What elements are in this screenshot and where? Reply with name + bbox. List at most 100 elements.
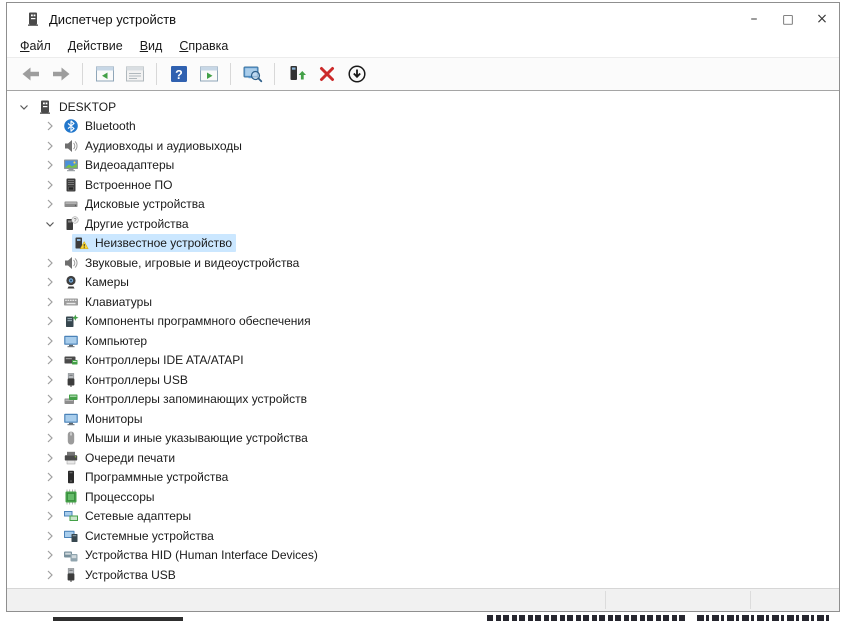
chevron-right-icon[interactable] [38, 352, 62, 368]
chevron-right-icon[interactable] [38, 196, 62, 212]
chevron-right-icon[interactable] [38, 294, 62, 310]
chevron-right-icon[interactable] [38, 391, 62, 407]
tree-item-body[interactable]: ?Другие устройства [62, 215, 193, 233]
tree-item[interactable]: Сетевые адаптеры [7, 507, 839, 527]
tree-item[interactable]: Bluetooth [7, 117, 839, 137]
tree-item-label: Мыши и иные указывающие устройства [85, 431, 308, 445]
menu-file[interactable]: Файл [20, 39, 51, 53]
chevron-right-icon[interactable] [38, 372, 62, 388]
menu-view[interactable]: Вид [140, 39, 163, 53]
chevron-right-icon[interactable] [38, 313, 62, 329]
tree-item[interactable]: Встроенное ПО [7, 175, 839, 195]
help-button[interactable]: ? [165, 61, 192, 87]
tree-item-body[interactable]: Контроллеры IDE ATA/ATAPI [62, 351, 248, 369]
tree-item-body[interactable]: Мыши и иные указывающие устройства [62, 429, 312, 447]
maximize-button[interactable]: □ [771, 3, 805, 35]
chevron-right-icon[interactable] [38, 430, 62, 446]
menu-action[interactable]: Действие [68, 39, 123, 53]
chevron-right-icon[interactable] [38, 118, 62, 134]
tree-item-body[interactable]: Камеры [62, 273, 133, 291]
scan-hardware-button[interactable] [239, 61, 266, 87]
mouse-icon [63, 430, 79, 446]
tree-item[interactable]: Клавиатуры [7, 292, 839, 312]
chevron-right-icon[interactable] [38, 547, 62, 563]
tree-item[interactable]: Контроллеры IDE ATA/ATAPI [7, 351, 839, 371]
tree-item-body[interactable]: DESKTOP [36, 98, 120, 116]
action-pane-button[interactable] [195, 61, 222, 87]
tree-item-body[interactable]: Bluetooth [62, 117, 140, 135]
tree-item-body[interactable]: Компьютер [62, 332, 151, 350]
tree-item[interactable]: Контроллеры USB [7, 370, 839, 390]
sound-device-icon [63, 255, 79, 271]
chevron-right-icon[interactable] [38, 469, 62, 485]
tree-item[interactable]: Устройства USB [7, 565, 839, 585]
chevron-down-icon[interactable] [12, 99, 36, 115]
tree-item[interactable]: Дисковые устройства [7, 195, 839, 215]
tree-item[interactable]: Камеры [7, 273, 839, 293]
tree-item[interactable]: Системные устройства [7, 526, 839, 546]
tree-item[interactable]: Звуковые, игровые и видеоустройства [7, 253, 839, 273]
tree-item-body[interactable]: Устройства USB [62, 566, 180, 584]
close-button[interactable]: × [805, 3, 839, 35]
tree-item[interactable]: Компоненты программного обеспечения [7, 312, 839, 332]
properties-icon [125, 64, 145, 84]
minimize-button[interactable]: – [737, 3, 771, 35]
tree-item[interactable]: Компьютер [7, 331, 839, 351]
tree-item-body[interactable]: Дисковые устройства [62, 195, 209, 213]
tree-item-body[interactable]: Устройства HID (Human Interface Devices) [62, 546, 322, 564]
chevron-right-icon[interactable] [38, 411, 62, 427]
tree-item[interactable]: Очереди печати [7, 448, 839, 468]
chevron-right-icon[interactable] [38, 333, 62, 349]
chevron-right-icon[interactable] [38, 177, 62, 193]
uninstall-device-button[interactable] [313, 61, 340, 87]
status-separator [605, 591, 606, 609]
tree-item-body[interactable]: Контроллеры USB [62, 371, 192, 389]
tree-item-label: Мониторы [85, 412, 142, 426]
chevron-right-icon[interactable] [38, 567, 62, 583]
disable-device-button[interactable] [343, 61, 370, 87]
tree-item-body[interactable]: Очереди печати [62, 449, 179, 467]
tree-item-body[interactable]: Процессоры [62, 488, 159, 506]
chevron-down-icon[interactable] [38, 216, 62, 232]
uninstall-device-icon [317, 64, 337, 84]
tree-item[interactable]: Программные устройства [7, 468, 839, 488]
chevron-right-icon[interactable] [38, 274, 62, 290]
tree-item-body[interactable]: Контроллеры запоминающих устройств [62, 390, 311, 408]
tree-item[interactable]: Устройства HID (Human Interface Devices) [7, 546, 839, 566]
update-driver-button[interactable] [283, 61, 310, 87]
tree-item[interactable]: Аудиовходы и аудиовыходы [7, 136, 839, 156]
tree-item[interactable]: Мыши и иные указывающие устройства [7, 429, 839, 449]
tree-item-body[interactable]: Мониторы [62, 410, 146, 428]
show-console-tree-button[interactable] [91, 61, 118, 87]
chevron-right-icon[interactable] [38, 528, 62, 544]
title-bar[interactable]: Диспетчер устройств – □ × [7, 3, 839, 35]
chevron-right-icon[interactable] [38, 255, 62, 271]
properties-button[interactable] [121, 61, 148, 87]
chevron-right-icon[interactable] [38, 157, 62, 173]
chevron-right-icon[interactable] [38, 489, 62, 505]
tree-item-body[interactable]: Компоненты программного обеспечения [62, 312, 315, 330]
tree-item[interactable]: DESKTOP [7, 97, 839, 117]
update-driver-icon [287, 64, 307, 84]
tree-item-body[interactable]: Звуковые, игровые и видеоустройства [62, 254, 303, 272]
tree-item[interactable]: Неизвестное устройство [7, 234, 839, 254]
tree-item-body[interactable]: Видеоадаптеры [62, 156, 178, 174]
chevron-right-icon[interactable] [38, 450, 62, 466]
tree-item[interactable]: Процессоры [7, 487, 839, 507]
chevron-right-icon[interactable] [38, 508, 62, 524]
tree-item-body[interactable]: Сетевые адаптеры [62, 507, 195, 525]
tree-item-body[interactable]: Аудиовходы и аудиовыходы [62, 137, 246, 155]
tree-item[interactable]: Мониторы [7, 409, 839, 429]
tree-item-body[interactable]: Системные устройства [62, 527, 218, 545]
tree-item[interactable]: Контроллеры запоминающих устройств [7, 390, 839, 410]
menu-help[interactable]: Справка [179, 39, 228, 53]
tree-item-body[interactable]: Клавиатуры [62, 293, 156, 311]
back-button[interactable] [17, 61, 44, 87]
tree-item-body[interactable]: Встроенное ПО [62, 176, 176, 194]
tree-item-body[interactable]: Программные устройства [62, 468, 232, 486]
tree-item-body[interactable]: Неизвестное устройство [72, 234, 236, 252]
tree-item[interactable]: Видеоадаптеры [7, 156, 839, 176]
chevron-right-icon[interactable] [38, 138, 62, 154]
tree-item[interactable]: ?Другие устройства [7, 214, 839, 234]
forward-button[interactable] [47, 61, 74, 87]
